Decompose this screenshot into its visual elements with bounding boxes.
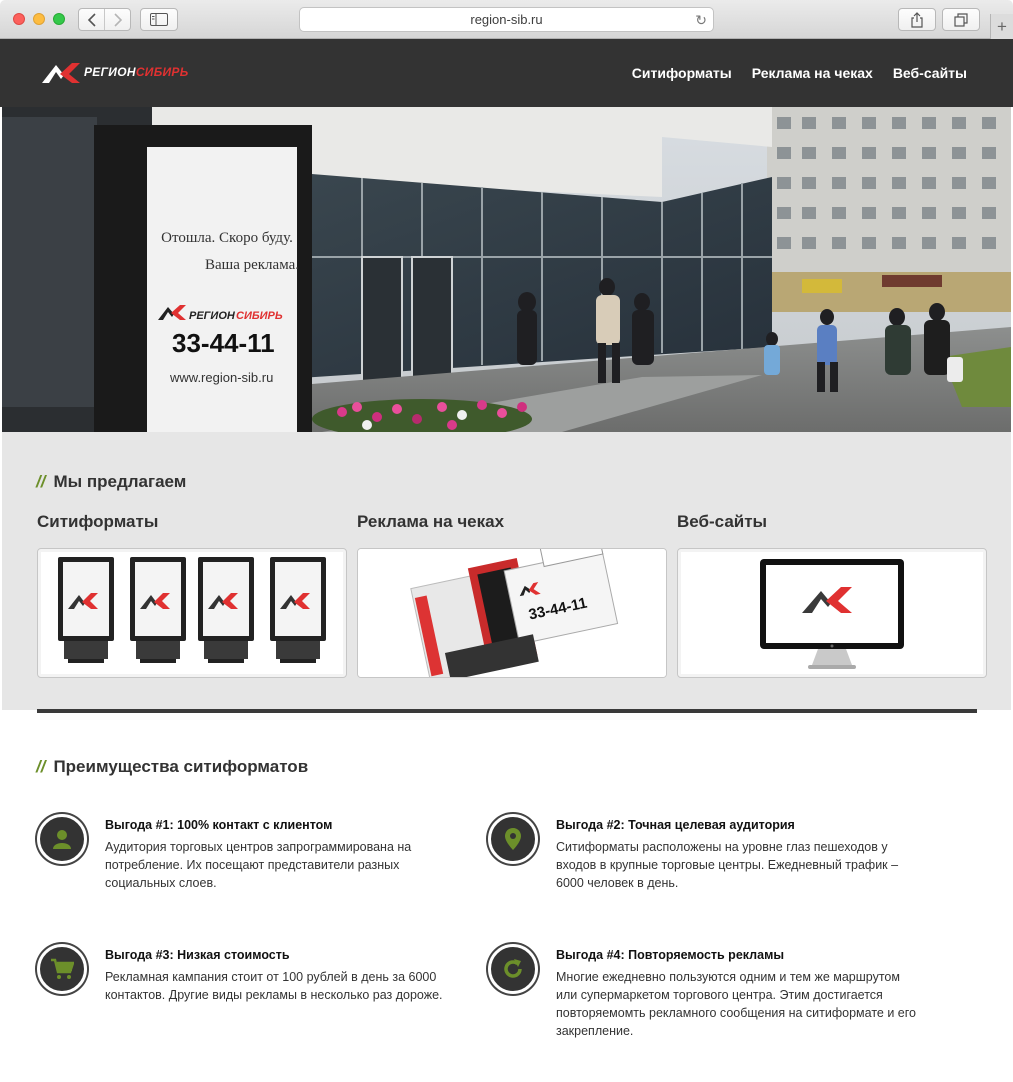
section-divider <box>37 709 977 713</box>
benefit-text: Аудитория торговых центров запрограммиро… <box>105 840 412 890</box>
benefit-text: Ситиформаты расположены на уровне глаз п… <box>556 840 899 890</box>
cityformat-stands-image <box>58 557 326 663</box>
browser-toolbar: region-sib.ru ↻ + <box>0 0 1013 39</box>
chevron-right-icon <box>113 12 122 27</box>
benefit-text: Многие ежедневно пользуются одним и тем … <box>556 970 916 1038</box>
benefit-title: Выгода #3: Низкая стоимость <box>105 948 290 962</box>
offers-title: // Мы предлагаем <box>36 472 187 491</box>
share-icon <box>911 11 923 28</box>
url-text: region-sib.ru <box>470 12 543 27</box>
cart-icon <box>37 944 87 994</box>
history-nav <box>78 8 131 31</box>
show-tabs-button[interactable] <box>942 8 980 31</box>
sidebar-icon <box>150 13 168 26</box>
chevron-left-icon <box>87 12 96 27</box>
benefit-text: Рекламная кампания стоит от 100 рублей в… <box>105 970 443 1002</box>
card-title-receipt-ads[interactable]: Реклама на чеках <box>357 512 504 532</box>
card-title-websites[interactable]: Веб-сайты <box>677 512 767 532</box>
tabs-icon <box>954 12 968 27</box>
new-tab-button[interactable]: + <box>990 14 1013 39</box>
user-icon <box>37 814 87 864</box>
back-button[interactable] <box>79 9 104 30</box>
hero-poster: Отошла. Скоро буду. Ваша реклама. РЕГИОН… <box>94 125 312 432</box>
refresh-icon <box>488 944 538 994</box>
logo-text: РЕГИОНСИБИРЬ <box>84 65 189 79</box>
slashes-icon: // <box>36 757 46 776</box>
nav-link-receipt-ads[interactable]: Реклама на чеках <box>752 65 873 81</box>
slashes-icon: // <box>36 472 46 491</box>
benefit-title: Выгода #1: 100% контакт с клиентом <box>105 818 333 832</box>
card-websites[interactable] <box>677 548 987 678</box>
offers-section: // Мы предлагаем Ситиформаты Реклама на … <box>2 432 1011 710</box>
card-title-cityformats[interactable]: Ситиформаты <box>37 512 158 532</box>
nav-link-websites[interactable]: Веб-сайты <box>893 65 967 81</box>
minimize-window-button[interactable] <box>33 13 45 25</box>
map-pin-icon <box>488 814 538 864</box>
logo-mark-icon <box>42 63 80 83</box>
card-cityformats[interactable] <box>37 548 347 678</box>
forward-button[interactable] <box>104 9 130 30</box>
address-bar[interactable]: region-sib.ru ↻ <box>299 7 714 32</box>
site-header: РЕГИОНСИБИРЬ Ситиформаты Реклама на чека… <box>0 39 1013 107</box>
reload-icon[interactable]: ↻ <box>695 12 707 29</box>
sidebar-toggle-button[interactable] <box>140 8 178 31</box>
main-nav: Ситиформаты Реклама на чеках Веб-сайты <box>632 65 967 81</box>
share-button[interactable] <box>898 8 936 31</box>
benefit-title: Выгода #2: Точная целевая аудитория <box>556 818 795 832</box>
poster-phone: 33-44-11 <box>172 328 275 358</box>
card-receipt-ads[interactable]: 33-44-11 <box>357 548 667 678</box>
nav-link-cityformats[interactable]: Ситиформаты <box>632 65 732 81</box>
zoom-window-button[interactable] <box>53 13 65 25</box>
close-window-button[interactable] <box>13 13 25 25</box>
hero-photo: Отошла. Скоро буду. Ваша реклама. РЕГИОН… <box>2 107 1011 432</box>
monitor-image <box>760 559 904 669</box>
benefits-title: // Преимущества ситиформатов <box>36 757 309 776</box>
poster-logo-white: РЕГИОН <box>189 310 236 322</box>
poster-line2: Ваша реклама. <box>205 257 299 273</box>
site-logo[interactable]: РЕГИОНСИБИРЬ <box>42 61 189 83</box>
poster-line1: Отошла. Скоро буду. <box>161 230 293 246</box>
benefit-title: Выгода #4: Повторяемость рекламы <box>556 948 784 962</box>
poster-logo-red: СИБИРЬ <box>236 310 283 322</box>
receipt-rolls-image: 33-44-11 <box>358 549 666 677</box>
poster-url: www.region-sib.ru <box>169 370 273 385</box>
